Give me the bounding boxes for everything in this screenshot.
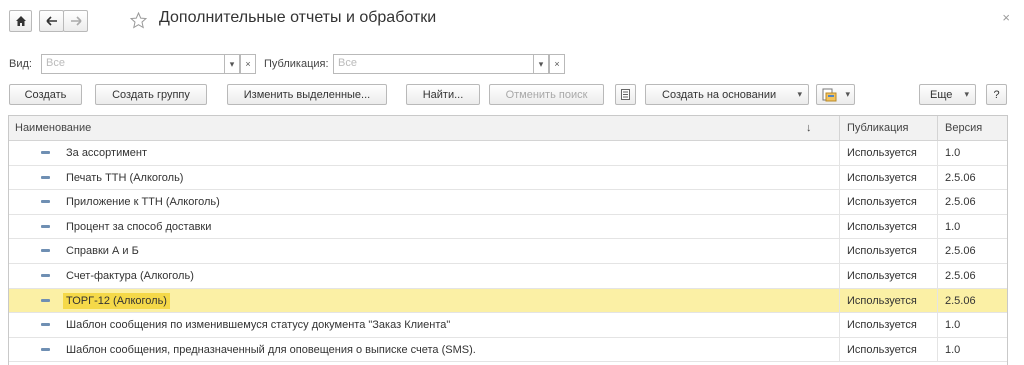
cell-name-wrapper: Справки А и Б: [66, 239, 826, 263]
view-label: Вид:: [9, 58, 32, 70]
cell-name-wrapper: Шаблон сообщения, предназначенный для оп…: [66, 338, 826, 362]
publication-field[interactable]: Все: [333, 54, 534, 74]
cell-publication: Используется: [839, 288, 939, 313]
item-icon: [41, 298, 50, 302]
more-button[interactable]: Еще ▾: [919, 84, 976, 105]
cell-version: 2.5.06: [937, 190, 1008, 215]
cell-version: 1.0: [937, 337, 1008, 362]
help-button[interactable]: ?: [986, 84, 1007, 105]
cell-name: За ассортимент: [66, 147, 148, 159]
cell-publication: Используется: [839, 141, 939, 165]
cell-name: Приложение к ТТН (Алкоголь): [66, 196, 220, 209]
table-body: За ассортимент Используется 1.0 Печать ТТН …: [9, 141, 1008, 363]
cell-name: Печать ТТН (Алкоголь): [66, 171, 184, 184]
cell-publication: Используется: [839, 214, 939, 239]
view-field[interactable]: Все: [41, 54, 225, 74]
cell-name: ТОРГ-12 (Алкоголь): [63, 292, 170, 309]
table-row[interactable]: Шаблон сообщения, предназначенный для оп…: [9, 337, 1008, 363]
create-button[interactable]: Создать: [9, 84, 82, 105]
cell-name: Процент за способ доставки: [66, 220, 212, 233]
item-icon: [41, 273, 50, 277]
cell-version: 2.5.06: [937, 165, 1008, 190]
back-button[interactable]: [39, 10, 64, 32]
create-based-on-label: Создать на основании: [662, 88, 777, 101]
cell-publication: Используется: [839, 190, 939, 215]
cell-name: Справки А и Б: [66, 245, 139, 258]
table-row[interactable]: Приложение к ТТН (Алкоголь) Используется 2…: [9, 190, 1007, 215]
cell-version: 2.5.06: [937, 239, 1008, 264]
table-header: Наименование ↓ Публикация Версия: [9, 116, 1007, 141]
cell-name: Шаблон сообщения, предназначенный для оп…: [66, 343, 476, 356]
item-icon: [41, 175, 50, 179]
cell-name-wrapper: Шаблон сообщения по изменившемуся статус…: [66, 313, 826, 337]
cell-name-wrapper: Приложение к ТТН (Алкоголь): [66, 190, 826, 214]
forward-arrow-icon: [70, 16, 82, 26]
column-header-name[interactable]: Наименование: [15, 116, 835, 140]
publication-dropdown-button[interactable]: ▾: [533, 54, 549, 74]
chevron-down-icon: ▾: [845, 89, 850, 99]
cell-name: Шаблон сообщения по изменившемуся статус…: [66, 319, 451, 332]
item-icon: [41, 347, 50, 351]
column-header-version[interactable]: Версия: [937, 116, 1008, 140]
edit-selected-button[interactable]: Изменить выделенные...: [227, 84, 387, 105]
table-row[interactable]: Справки А и Б Используется 2.5.06: [9, 239, 1007, 264]
list-icon: [621, 89, 630, 100]
print-icon: [822, 88, 837, 101]
list-settings-button[interactable]: [615, 84, 636, 105]
item-icon: [41, 151, 50, 154]
cell-name-wrapper: ТОРГ-12 (Алкоголь): [63, 289, 826, 313]
item-icon: [41, 323, 50, 327]
item-icon: [41, 249, 50, 253]
create-group-button[interactable]: Создать группу: [95, 84, 207, 105]
table-row[interactable]: За ассортимент Используется 1.0: [9, 141, 1007, 166]
cell-version: 1.0: [937, 214, 1008, 239]
forward-button[interactable]: [63, 10, 88, 32]
close-icon[interactable]: ×: [1002, 10, 1010, 25]
view-clear-button[interactable]: ×: [240, 54, 256, 74]
star-icon[interactable]: [130, 12, 147, 29]
cell-version: 1.0: [937, 141, 1008, 165]
table-row[interactable]: Процент за способ доставки Используется 1.…: [9, 214, 1008, 240]
home-icon: [15, 16, 26, 26]
cell-name-wrapper: Процент за способ доставки: [66, 215, 826, 239]
cell-name-wrapper: За ассортимент: [66, 141, 826, 165]
home-button[interactable]: [9, 10, 32, 32]
sort-descending-icon: ↓: [806, 122, 812, 134]
table-row[interactable]: Шаблон сообщения по изменившемуся статус…: [9, 313, 1007, 338]
page-title: Дополнительные отчеты и обработки: [159, 9, 437, 26]
find-button[interactable]: Найти...: [406, 84, 480, 105]
publication-label: Публикация:: [264, 58, 329, 70]
cancel-search-button[interactable]: Отменить поиск: [489, 84, 604, 105]
cell-name: Счет-фактура (Алкоголь): [66, 269, 194, 282]
cell-name-wrapper: Печать ТТН (Алкоголь): [66, 166, 826, 190]
cell-publication: Используется: [839, 313, 939, 338]
more-label: Еще: [930, 88, 953, 101]
table-row[interactable]: Печать ТТН (Алкоголь) Используется 2.5.06: [9, 165, 1008, 191]
create-based-on-button[interactable]: Создать на основании ▾: [645, 84, 809, 105]
table-row[interactable]: ТОРГ-12 (Алкоголь) Используется 2.5.06: [9, 288, 1008, 314]
item-icon: [41, 200, 50, 204]
cell-version: 2.5.06: [937, 263, 1008, 288]
cell-name-wrapper: Счет-фактура (Алкоголь): [66, 264, 826, 288]
cell-publication: Используется: [839, 263, 939, 288]
item-icon: [41, 224, 50, 228]
cell-publication: Используется: [839, 239, 939, 264]
chevron-down-icon: ▾: [964, 89, 969, 99]
cell-publication: Используется: [839, 337, 939, 362]
cell-publication: Используется: [839, 165, 939, 190]
publication-clear-button[interactable]: ×: [549, 54, 565, 74]
cell-version: 2.5.06: [937, 288, 1008, 313]
column-header-publication[interactable]: Публикация: [839, 116, 939, 140]
items-table: Наименование ↓ Публикация Версия За ассо…: [8, 115, 1008, 365]
chevron-down-icon: ▾: [797, 89, 802, 99]
view-dropdown-button[interactable]: ▾: [224, 54, 240, 74]
print-button[interactable]: ▾: [816, 84, 855, 105]
table-row[interactable]: Счет-фактура (Алкоголь) Используется 2.5.0…: [9, 263, 1008, 289]
cell-version: 1.0: [937, 313, 1008, 338]
back-arrow-icon: [45, 16, 57, 26]
